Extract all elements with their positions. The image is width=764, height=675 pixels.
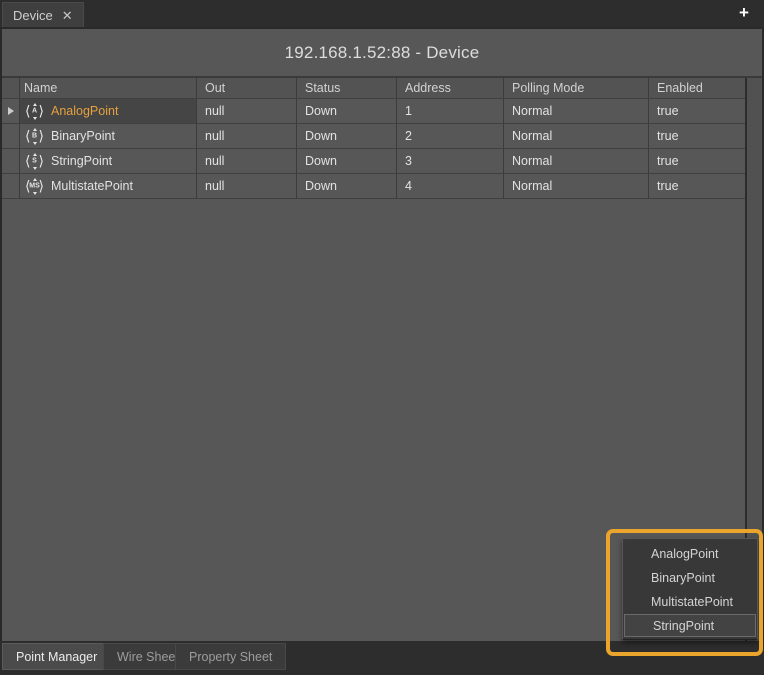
address-cell: 1 [397, 99, 504, 124]
point-name-label: StringPoint [51, 154, 112, 168]
string-point-icon: S [24, 153, 45, 170]
view-title-bar: 192.168.1.52:88 - Device [2, 29, 762, 78]
top-tab-bar: Device ✕ + [0, 0, 764, 27]
out-cell: null [197, 99, 297, 124]
point-name-cell[interactable]: A AnalogPoint [20, 99, 197, 124]
enabled-cell: true [649, 124, 747, 149]
bottom-tab-bar: Point Manager Wire Sheet Property Sheet [0, 641, 764, 675]
row-selector-cell [2, 99, 20, 124]
polling-mode-cell: Normal [504, 174, 649, 199]
binary-point-icon: B [24, 128, 45, 145]
enabled-cell: true [649, 149, 747, 174]
menu-item-multistate-point[interactable]: MultistatePoint [623, 590, 757, 614]
table-row[interactable]: B BinaryPoint null Down 2 Normal true [2, 124, 762, 149]
tab-device-label: Device [13, 8, 53, 23]
column-header-status[interactable]: Status [297, 78, 397, 99]
column-header-name[interactable]: Name [20, 78, 197, 99]
row-selected-arrow-icon [8, 107, 14, 115]
header-gutter [2, 78, 20, 99]
status-cell: Down [297, 124, 397, 149]
point-name-cell[interactable]: B BinaryPoint [20, 124, 197, 149]
polling-mode-cell: Normal [504, 99, 649, 124]
enabled-cell: true [649, 99, 747, 124]
point-type-popup-menu: AnalogPoint BinaryPoint MultistatePoint … [622, 538, 758, 640]
page-title: 192.168.1.52:88 - Device [285, 43, 480, 63]
column-header-enabled[interactable]: Enabled [649, 78, 747, 99]
row-selector-cell [2, 149, 20, 174]
table-row[interactable]: MS MultistatePoint null Down 4 Normal tr… [2, 174, 762, 199]
table-row[interactable]: S StringPoint null Down 3 Normal true [2, 149, 762, 174]
status-cell: Down [297, 149, 397, 174]
device-manager-window: Device ✕ + 192.168.1.52:88 - Device Name… [0, 0, 764, 675]
tab-property-sheet[interactable]: Property Sheet [175, 643, 286, 670]
address-cell: 3 [397, 149, 504, 174]
analog-point-icon: A [24, 103, 45, 120]
menu-item-analog-point[interactable]: AnalogPoint [623, 542, 757, 566]
out-cell: null [197, 149, 297, 174]
add-tab-icon[interactable]: + [734, 3, 754, 23]
points-table: Name Out Status Address Polling Mode Ena… [2, 78, 762, 199]
point-name-label: BinaryPoint [51, 129, 115, 143]
table-row[interactable]: A AnalogPoint null Down 1 Normal true [2, 99, 762, 124]
row-selector-cell [2, 174, 20, 199]
status-cell: Down [297, 99, 397, 124]
point-name-cell[interactable]: MS MultistatePoint [20, 174, 197, 199]
out-cell: null [197, 174, 297, 199]
point-name-cell[interactable]: S StringPoint [20, 149, 197, 174]
out-cell: null [197, 124, 297, 149]
column-header-out[interactable]: Out [197, 78, 297, 99]
polling-mode-cell: Normal [504, 149, 649, 174]
table-header-row: Name Out Status Address Polling Mode Ena… [2, 78, 762, 99]
status-cell: Down [297, 174, 397, 199]
menu-item-binary-point[interactable]: BinaryPoint [623, 566, 757, 590]
multistate-point-icon: MS [24, 178, 45, 195]
tab-point-manager[interactable]: Point Manager [2, 643, 111, 670]
tab-device[interactable]: Device ✕ [2, 2, 84, 27]
column-header-polling-mode[interactable]: Polling Mode [504, 78, 649, 99]
address-cell: 2 [397, 124, 504, 149]
address-cell: 4 [397, 174, 504, 199]
column-header-address[interactable]: Address [397, 78, 504, 99]
point-name-label: MultistatePoint [51, 179, 133, 193]
close-icon[interactable]: ✕ [62, 9, 73, 22]
enabled-cell: true [649, 174, 747, 199]
point-name-label: AnalogPoint [51, 104, 118, 118]
row-selector-cell [2, 124, 20, 149]
polling-mode-cell: Normal [504, 124, 649, 149]
menu-item-string-point[interactable]: StringPoint [624, 614, 756, 637]
